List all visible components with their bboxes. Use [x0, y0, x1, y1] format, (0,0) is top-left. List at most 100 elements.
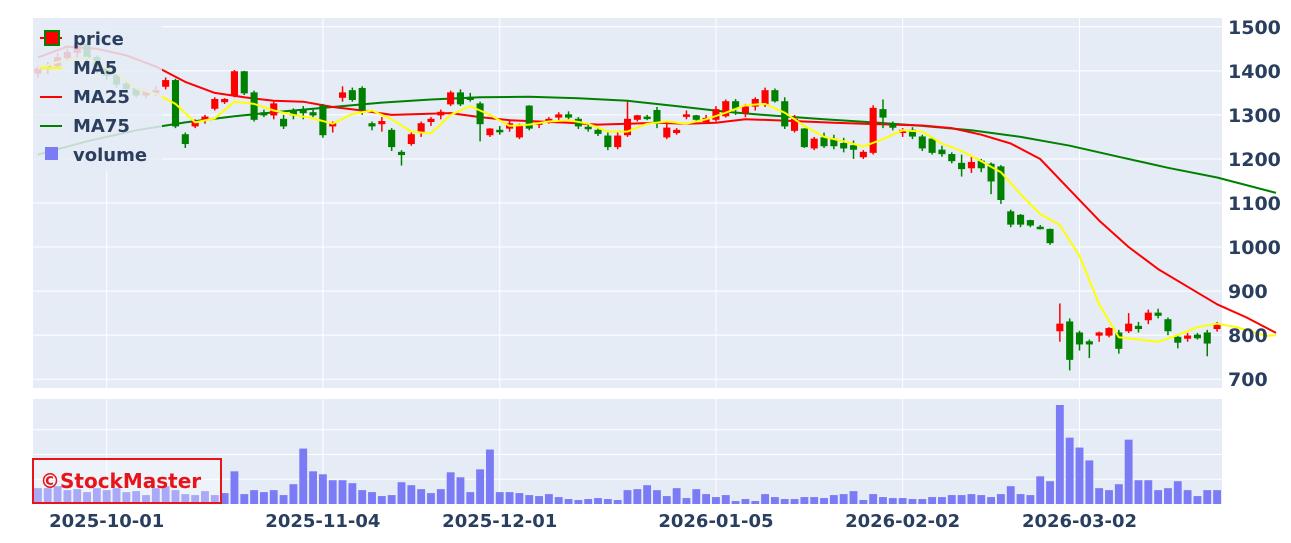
volume-bar	[967, 494, 976, 504]
volume-bar	[1183, 490, 1192, 504]
volume-bar	[1134, 480, 1143, 504]
candle-body	[230, 71, 238, 96]
date-tick-label: 2026-03-02	[1022, 511, 1137, 532]
legend-price-icon	[44, 30, 60, 46]
volume-bar	[1065, 437, 1074, 504]
volume-bar	[898, 498, 907, 504]
volume-bar	[918, 499, 927, 504]
candle-body	[260, 112, 268, 116]
volume-bar	[279, 495, 288, 504]
candle-body	[309, 112, 317, 116]
candle-body	[221, 98, 229, 103]
candle-body	[1144, 312, 1152, 321]
volume-bar	[1193, 496, 1202, 504]
candle-body	[240, 71, 248, 94]
candle-body	[869, 107, 877, 153]
volume-bar	[613, 500, 622, 504]
volume-bar	[377, 496, 386, 504]
candle-body	[162, 80, 170, 87]
volume-bar	[525, 495, 534, 504]
candle-body	[614, 135, 622, 148]
volume-bar	[495, 492, 504, 504]
volume-bar	[1046, 481, 1054, 504]
candle-body	[1085, 341, 1093, 345]
volume-bar	[594, 498, 602, 504]
candle-body	[1203, 332, 1211, 344]
volume-bar	[289, 484, 298, 504]
candle-body	[604, 135, 612, 148]
legend[interactable]: price MA5 MA25 MA75 volume	[33, 18, 162, 172]
candle-body	[250, 92, 258, 120]
candle-body	[653, 110, 661, 124]
volume-bar	[535, 496, 543, 504]
volume-bar	[829, 495, 838, 504]
candle-body	[555, 114, 563, 118]
volume-bar	[662, 496, 671, 504]
volume-bar	[682, 498, 691, 504]
candle	[447, 90, 455, 107]
legend-label-volume: volume	[73, 145, 147, 166]
volume-bar	[879, 497, 887, 504]
volume-bar	[702, 494, 711, 504]
volume-bar	[1144, 480, 1153, 504]
volume-bar	[554, 497, 563, 504]
candle-body	[967, 161, 975, 169]
legend-label-ma5: MA5	[73, 58, 117, 79]
date-tick-label: 2026-02-02	[845, 511, 960, 532]
volume-bar	[485, 449, 494, 504]
candle	[771, 88, 779, 103]
candle-body	[1125, 323, 1133, 332]
price-tick-label: 1300	[1228, 105, 1281, 127]
volume-bar	[957, 495, 966, 504]
candle-body	[879, 109, 887, 118]
candle-body	[417, 123, 425, 134]
volume-bar	[436, 489, 445, 504]
price-tick-label: 1000	[1228, 237, 1281, 259]
volume-bar	[653, 490, 661, 504]
volume-bar	[1036, 476, 1045, 504]
volume-bar	[407, 485, 416, 504]
volume-bar	[1085, 460, 1094, 504]
candle-body	[1056, 323, 1064, 332]
candle-body	[643, 116, 651, 120]
candle-body	[1026, 220, 1034, 226]
volume-bar	[996, 494, 1005, 504]
volume-bar	[466, 492, 475, 504]
price-tick-label: 1100	[1228, 193, 1281, 215]
volume-bar	[318, 474, 327, 504]
date-tick-label: 2025-11-04	[265, 511, 380, 532]
volume-bar	[908, 499, 917, 504]
candle	[211, 97, 219, 111]
stock-chart: 700 800 900 1000 1100 1200 1300 1400 1500 2025-1…	[32, 17, 1281, 532]
candle-body	[456, 92, 464, 105]
volume-bar	[1016, 494, 1025, 504]
candle-body	[1046, 228, 1054, 244]
date-tick-label: 2025-10-01	[49, 511, 164, 532]
candle-body	[958, 162, 966, 170]
candle-body	[849, 145, 858, 150]
volume-bar	[358, 490, 367, 504]
watermark: ©StockMaster	[32, 458, 222, 504]
legend-label-ma75: MA75	[73, 116, 130, 137]
volume-bar	[564, 499, 573, 504]
candle-body	[948, 154, 956, 162]
date-axis: 2025-10-01 2025-11-04 2025-12-01 2026-01-05…	[49, 511, 1137, 532]
volume-bar	[397, 482, 406, 504]
volume-bar	[427, 493, 435, 504]
volume-bar	[328, 480, 337, 504]
candle-body	[938, 149, 946, 155]
volume-bar	[1114, 484, 1123, 504]
date-tick-label: 2026-01-05	[658, 511, 773, 532]
volume-bar	[692, 489, 701, 504]
legend-label-price: price	[73, 29, 124, 50]
candle-body	[299, 110, 307, 114]
candle	[722, 99, 730, 118]
volume-bar	[574, 500, 583, 504]
volume-bar	[820, 498, 828, 504]
candle	[1046, 228, 1054, 245]
volume-bar	[731, 501, 740, 504]
volume-bar	[446, 472, 455, 504]
volume-bar	[1124, 439, 1133, 504]
candle-body	[741, 106, 749, 114]
volume-bar	[250, 490, 259, 504]
